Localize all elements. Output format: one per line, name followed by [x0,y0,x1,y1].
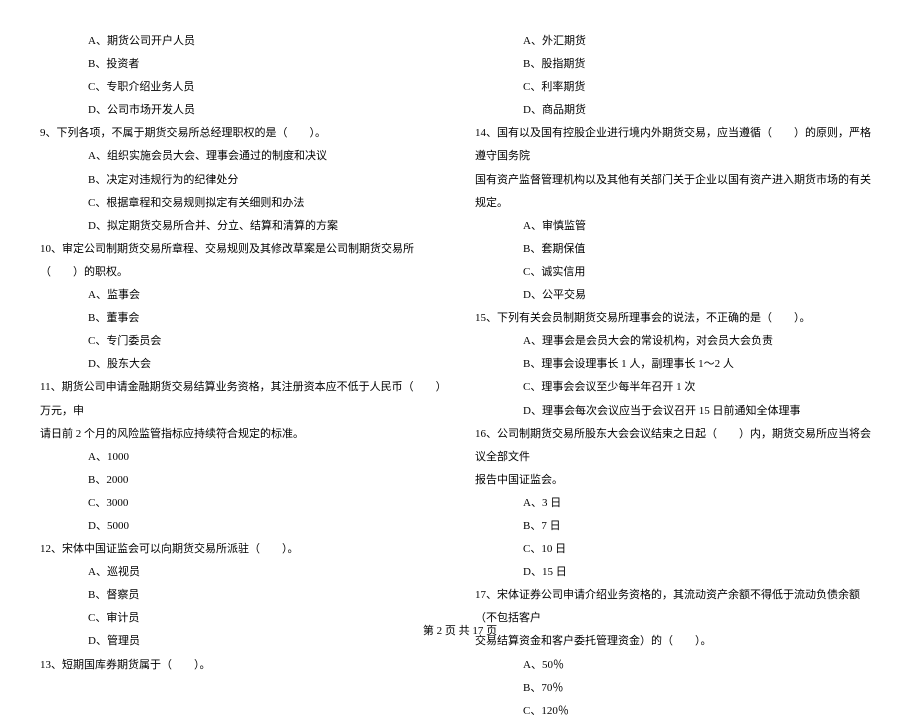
option: B、股指期货 [475,53,880,76]
option: A、监事会 [40,284,445,307]
right-column: A、外汇期货 B、股指期货 C、利率期货 D、商品期货 14、国有以及国有控股企… [475,30,880,723]
option: C、根据章程和交易规则拟定有关细则和办法 [40,192,445,215]
option: C、专职介绍业务人员 [40,76,445,99]
question-16: 16、公司制期货交易所股东大会会议结束之日起（ ）内，期货交易所应当将会议全部文… [475,423,880,469]
question-12: 12、宋体中国证监会可以向期货交易所派驻（ ）。 [40,538,445,561]
option: B、理事会设理事长 1 人，副理事长 1～2 人 [475,353,880,376]
option: B、7 日 [475,515,880,538]
option: A、50％ [475,654,880,677]
question-10: 10、审定公司制期货交易所章程、交易规则及其修改草案是公司制期货交易所（ ）的职… [40,238,445,284]
option: B、套期保值 [475,238,880,261]
question-11: 11、期货公司申请金融期货交易结算业务资格，其注册资本应不低于人民币（ ）万元，… [40,376,445,422]
option: A、审慎监管 [475,215,880,238]
option: B、督察员 [40,584,445,607]
left-column: A、期货公司开户人员 B、投资者 C、专职介绍业务人员 D、公司市场开发人员 9… [40,30,445,723]
option: D、公平交易 [475,284,880,307]
option: D、股东大会 [40,353,445,376]
option: A、组织实施会员大会、理事会通过的制度和决议 [40,145,445,168]
option: D、15 日 [475,561,880,584]
option: A、巡视员 [40,561,445,584]
option: A、1000 [40,446,445,469]
option: A、3 日 [475,492,880,515]
option: C、专门委员会 [40,330,445,353]
option: C、利率期货 [475,76,880,99]
option: B、董事会 [40,307,445,330]
page-footer: 第 2 页 共 17 页 [0,622,920,638]
question-13: 13、短期国库券期货属于（ ）。 [40,654,445,677]
question-15: 15、下列有关会员制期货交易所理事会的说法，不正确的是（ ）。 [475,307,880,330]
option: A、外汇期货 [475,30,880,53]
option: C、10 日 [475,538,880,561]
option: D、5000 [40,515,445,538]
option: B、决定对违规行为的纪律处分 [40,169,445,192]
option: C、理事会会议至少每半年召开 1 次 [475,376,880,399]
option: C、120％ [475,700,880,723]
question-16-cont: 报告中国证监会。 [475,469,880,492]
option: C、诚实信用 [475,261,880,284]
option: D、拟定期货交易所合并、分立、结算和清算的方案 [40,215,445,238]
question-14-cont: 国有资产监督管理机构以及其他有关部门关于企业以国有资产进入期货市场的有关规定。 [475,169,880,215]
option: D、理事会每次会议应当于会议召开 15 日前通知全体理事 [475,400,880,423]
option: B、投资者 [40,53,445,76]
question-11-cont: 请日前 2 个月的风险监管指标应持续符合规定的标准。 [40,423,445,446]
option: C、3000 [40,492,445,515]
option: D、商品期货 [475,99,880,122]
option: B、70％ [475,677,880,700]
question-14: 14、国有以及国有控股企业进行境内外期货交易，应当遵循（ ）的原则，严格遵守国务… [475,122,880,168]
option: A、期货公司开户人员 [40,30,445,53]
option: D、公司市场开发人员 [40,99,445,122]
question-9: 9、下列各项，不属于期货交易所总经理职权的是（ ）。 [40,122,445,145]
option: B、2000 [40,469,445,492]
option: A、理事会是会员大会的常设机构，对会员大会负责 [475,330,880,353]
